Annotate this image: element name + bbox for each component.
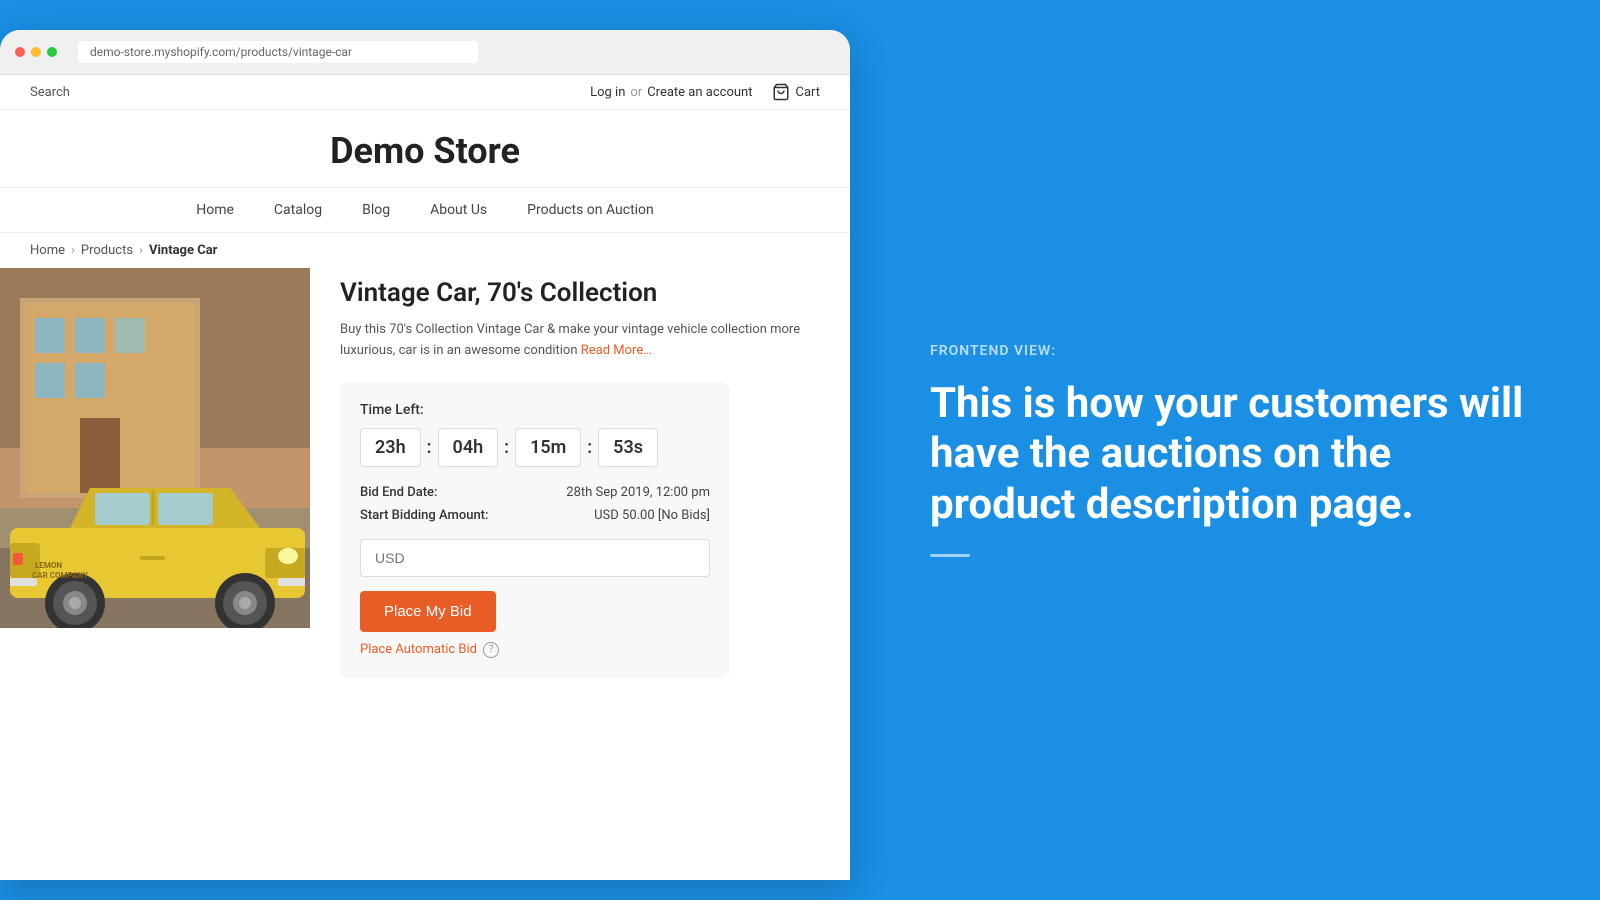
frontend-label: FRONTEND VIEW: [930, 343, 1540, 359]
cart-icon [772, 83, 790, 101]
auction-box: Time Left: 23h : 04h : 15m : 53s [340, 382, 730, 678]
browser-container: demo-store.myshopify.com/products/vintag… [0, 0, 870, 900]
place-bid-button[interactable]: Place My Bid [360, 591, 496, 632]
timer-hours: 23h [360, 428, 421, 467]
create-account-link[interactable]: Create an account [647, 85, 752, 100]
search-text[interactable]: Search [30, 85, 70, 100]
product-area: LEMON CAR COMPANY Vintage Car, 70's Coll… [0, 268, 850, 708]
product-image: LEMON CAR COMPANY [0, 268, 310, 628]
read-more-link[interactable]: Read More… [581, 343, 652, 358]
product-title: Vintage Car, 70's Collection [340, 278, 820, 308]
breadcrumb-sep2: › [139, 243, 143, 258]
store-content: Search Log in or Create an account Cart [0, 75, 850, 708]
countdown-timer: 23h : 04h : 15m : 53s [360, 428, 710, 467]
browser-maximize-dot [47, 47, 57, 57]
description-panel: FRONTEND VIEW: This is how your customer… [870, 0, 1600, 900]
nav-blog[interactable]: Blog [362, 202, 390, 218]
browser-chrome: demo-store.myshopify.com/products/vintag… [0, 30, 850, 75]
nav-catalog[interactable]: Catalog [274, 202, 322, 218]
nav-products-auction[interactable]: Products on Auction [527, 202, 654, 218]
timer-colon-2: : [498, 437, 515, 458]
cart-area[interactable]: Cart [772, 83, 820, 101]
bid-end-label: Bid End Date: [360, 485, 437, 500]
breadcrumb-products[interactable]: Products [81, 243, 133, 258]
svg-text:CAR COMPANY: CAR COMPANY [32, 571, 88, 580]
auto-bid-link[interactable]: Place Automatic Bid ? [360, 642, 710, 658]
car-image-svg: LEMON CAR COMPANY [0, 268, 310, 628]
bid-input[interactable] [360, 539, 710, 577]
timer-colon-3: : [581, 437, 598, 458]
browser-address-bar[interactable]: demo-store.myshopify.com/products/vintag… [78, 41, 478, 63]
svg-text:LEMON: LEMON [35, 561, 62, 570]
start-bid-label: Start Bidding Amount: [360, 508, 488, 523]
store-title-area: Demo Store [0, 110, 850, 188]
cart-label: Cart [795, 85, 820, 100]
bid-end-row: Bid End Date: 28th Sep 2019, 12:00 pm [360, 485, 710, 500]
store-title: Demo Store [0, 130, 850, 172]
start-bid-value: USD 50.00 [No Bids] [594, 508, 710, 523]
breadcrumb: Home › Products › Vintage Car [0, 233, 850, 268]
browser-mockup: demo-store.myshopify.com/products/vintag… [0, 30, 850, 880]
start-bid-row: Start Bidding Amount: USD 50.00 [No Bids… [360, 508, 710, 523]
timer-colon-1: : [421, 437, 438, 458]
auto-bid-label: Place Automatic Bid [360, 642, 477, 657]
nav-home[interactable]: Home [196, 202, 234, 218]
product-description: Buy this 70's Collection Vintage Car & m… [340, 320, 820, 362]
help-icon[interactable]: ? [483, 642, 499, 658]
login-link[interactable]: Log in [590, 85, 625, 100]
or-separator: or [630, 85, 642, 100]
description-heading: This is how your customers will have the… [930, 379, 1540, 530]
timer-seconds: 53s [598, 428, 658, 467]
timer-minutes-2: 15m [515, 428, 581, 467]
top-bar-links: Log in or Create an account [590, 85, 752, 100]
nav-bar: Home Catalog Blog About Us Products on A… [0, 188, 850, 233]
bid-end-value: 28th Sep 2019, 12:00 pm [566, 485, 710, 500]
product-details: Vintage Car, 70's Collection Buy this 70… [310, 268, 850, 688]
timer-minutes-1: 04h [438, 428, 499, 467]
nav-about-us[interactable]: About Us [430, 202, 487, 218]
browser-close-dot [15, 47, 25, 57]
top-bar: Search Log in or Create an account Cart [0, 75, 850, 110]
breadcrumb-home[interactable]: Home [30, 243, 65, 258]
browser-minimize-dot [31, 47, 41, 57]
breadcrumb-sep1: › [71, 243, 75, 258]
heading-underline [930, 554, 970, 557]
time-left-label: Time Left: [360, 402, 710, 418]
breadcrumb-current: Vintage Car [149, 243, 217, 258]
